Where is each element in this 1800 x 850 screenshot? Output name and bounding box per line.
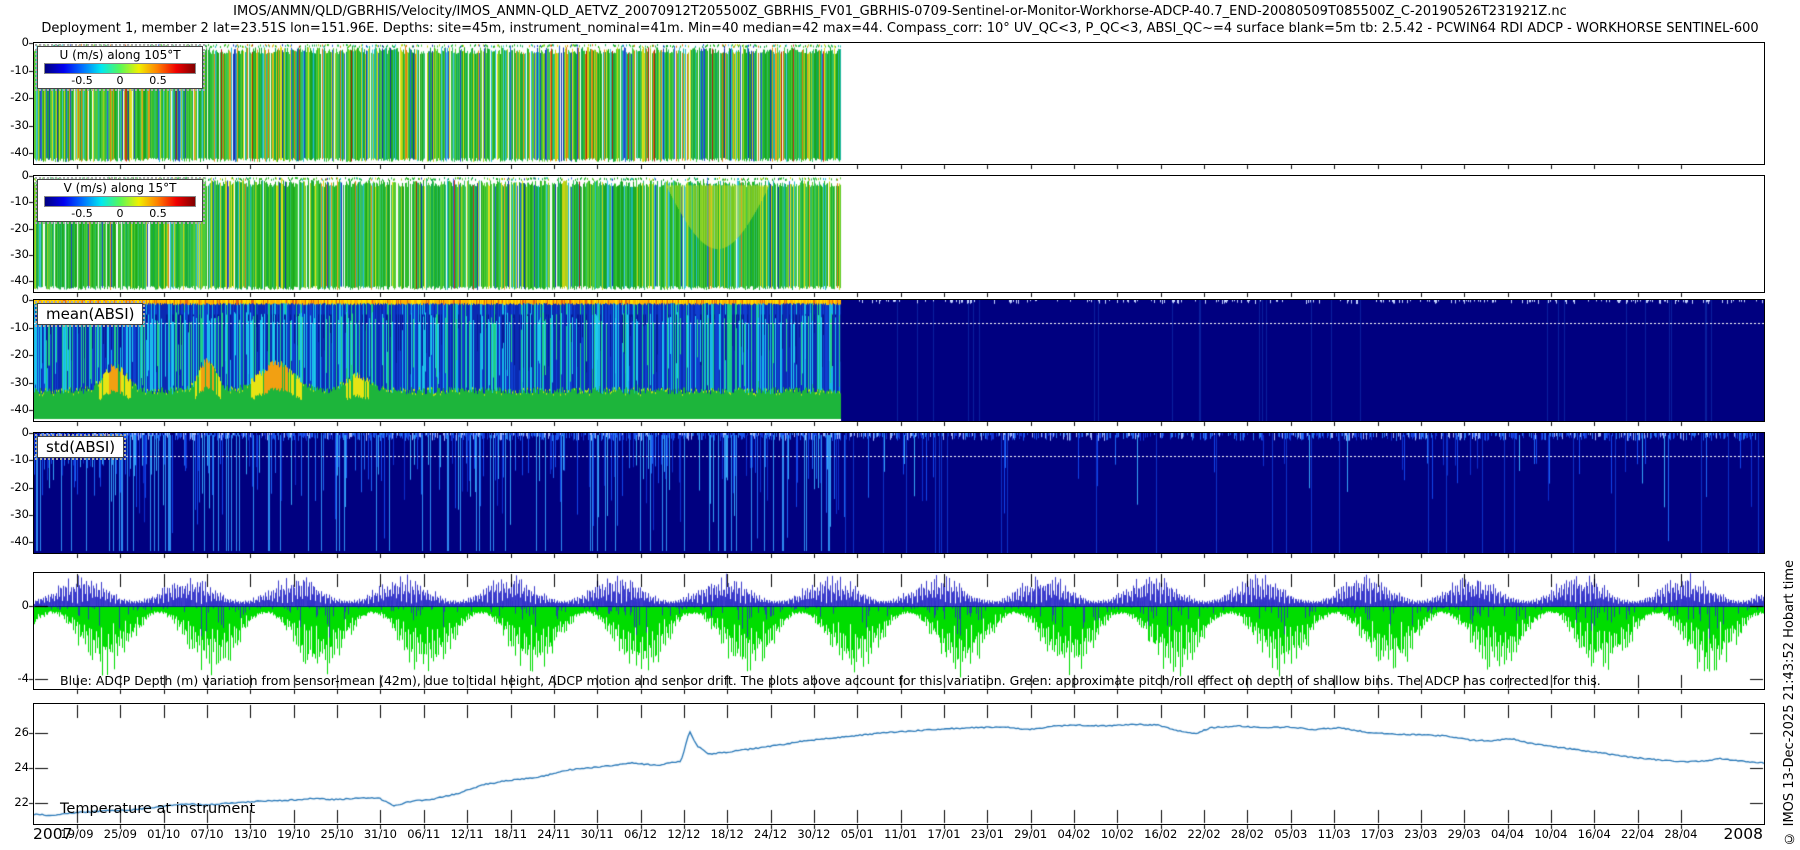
- x-tick-label: 04/04: [1484, 828, 1532, 841]
- x-tick-label: 23/01: [963, 828, 1011, 841]
- x-tick-label: 05/03: [1267, 828, 1315, 841]
- depth-variation-plot: [34, 573, 1764, 689]
- y-tick-label: -10: [0, 452, 29, 466]
- mean-absi-heatmap: [34, 300, 1764, 421]
- x-tick-label: 10/02: [1093, 828, 1141, 841]
- adcp-deployment-figure: IMOS/ANMN/QLD/GBRHIS/Velocity/IMOS_ANMN-…: [0, 0, 1800, 850]
- panel-u-velocity: U (m/s) along 105°T -0.5 0 0.5: [33, 42, 1765, 165]
- y-tick-label: -4: [0, 671, 29, 685]
- panel-depth-variation: Blue: ADCP Depth (m) variation from sens…: [33, 572, 1765, 690]
- x-tick-label: 06/11: [400, 828, 448, 841]
- u-velocity-heatmap: [34, 43, 1764, 164]
- x-tick-label: 11/03: [1310, 828, 1358, 841]
- y-tick-label: -40: [0, 145, 29, 159]
- x-tick-label: 07/10: [183, 828, 231, 841]
- v-colorbar-legend: V (m/s) along 15°T -0.5 0 0.5: [37, 179, 203, 222]
- y-tick-label: 24: [0, 760, 29, 774]
- colorbar-tick-label: 0: [117, 74, 124, 87]
- mean-absi-label: mean(ABSI): [37, 303, 143, 325]
- jet-colorbar: [44, 196, 196, 207]
- x-tick-label: 16/04: [1570, 828, 1618, 841]
- x-tick-label: 17/01: [920, 828, 968, 841]
- figure-title: IMOS/ANMN/QLD/GBRHIS/Velocity/IMOS_ANMN-…: [0, 4, 1800, 20]
- panel-std-absi: std(ABSI): [33, 432, 1765, 554]
- y-tick-label: -10: [0, 194, 29, 208]
- y-tick-label: -10: [0, 63, 29, 77]
- copyright-watermark: © IMOS 13-Dec-2025 21:43:52 Hobart time: [1782, 560, 1797, 846]
- x-tick-label: 25/09: [96, 828, 144, 841]
- colorbar-tick-label: 0.5: [149, 74, 167, 87]
- y-tick-label: 0: [0, 598, 29, 612]
- y-tick-label: -20: [0, 221, 29, 235]
- y-tick-label: -30: [0, 507, 29, 521]
- x-tick-label: 31/10: [356, 828, 404, 841]
- x-tick-label: 22/02: [1180, 828, 1228, 841]
- panel-temperature: Temperature at instrument: [33, 703, 1765, 825]
- x-tick-label: 04/02: [1050, 828, 1098, 841]
- x-tick-label: 18/11: [487, 828, 535, 841]
- x-tick-label: 11/01: [877, 828, 925, 841]
- y-tick-label: 0: [0, 35, 29, 49]
- x-tick-label: 10/04: [1527, 828, 1575, 841]
- colorbar-tick-label: -0.5: [71, 207, 92, 220]
- x-tick-label: 12/11: [443, 828, 491, 841]
- y-tick-label: -40: [0, 402, 29, 416]
- x-tick-label: 29/03: [1440, 828, 1488, 841]
- figure-subtitle: Deployment 1, member 2 lat=23.51S lon=15…: [0, 21, 1800, 37]
- colorbar-tick-labels: -0.5 0 0.5: [44, 207, 196, 220]
- year-label-start: 2007: [33, 825, 72, 843]
- x-tick-label: 01/10: [140, 828, 188, 841]
- year-label-end: 2008: [1724, 825, 1763, 843]
- std-absi-heatmap: [34, 433, 1764, 553]
- x-tick-label: 23/03: [1397, 828, 1445, 841]
- jet-colorbar: [44, 63, 196, 74]
- temperature-plot: [34, 704, 1764, 824]
- y-tick-label: -30: [0, 247, 29, 261]
- y-tick-label: 0: [0, 425, 29, 439]
- x-tick-label: 13/10: [226, 828, 274, 841]
- y-tick-label: 0: [0, 168, 29, 182]
- colorbar-tick-labels: -0.5 0 0.5: [44, 74, 196, 87]
- colorbar-tick-label: -0.5: [71, 74, 92, 87]
- x-tick-label: 18/12: [703, 828, 751, 841]
- y-tick-label: 26: [0, 725, 29, 739]
- x-tick-label: 12/12: [660, 828, 708, 841]
- v-velocity-heatmap: [34, 176, 1764, 292]
- colorbar-tick-label: 0.5: [149, 207, 167, 220]
- depth-variation-annotation: Blue: ADCP Depth (m) variation from sens…: [60, 673, 1601, 688]
- u-legend-title: U (m/s) along 105°T: [44, 48, 196, 63]
- x-tick-label: 29/01: [1007, 828, 1055, 841]
- y-tick-label: -30: [0, 375, 29, 389]
- x-tick-label: 30/12: [790, 828, 838, 841]
- colorbar-tick-label: 0: [117, 207, 124, 220]
- temperature-label: Temperature at instrument: [60, 801, 255, 817]
- x-tick-label: 17/03: [1354, 828, 1402, 841]
- x-tick-label: 24/11: [530, 828, 578, 841]
- y-tick-label: -40: [0, 534, 29, 548]
- panel-mean-absi: mean(ABSI): [33, 299, 1765, 422]
- y-tick-label: -20: [0, 347, 29, 361]
- v-legend-title: V (m/s) along 15°T: [44, 181, 196, 196]
- y-tick-label: 22: [0, 795, 29, 809]
- x-tick-label: 28/04: [1657, 828, 1705, 841]
- panel-v-velocity: V (m/s) along 15°T -0.5 0 0.5: [33, 175, 1765, 293]
- x-tick-label: 16/02: [1137, 828, 1185, 841]
- x-tick-label: 22/04: [1614, 828, 1662, 841]
- x-tick-label: 25/10: [313, 828, 361, 841]
- y-tick-label: 0: [0, 292, 29, 306]
- x-tick-label: 05/01: [833, 828, 881, 841]
- x-tick-label: 19/10: [270, 828, 318, 841]
- y-tick-label: -20: [0, 480, 29, 494]
- y-tick-label: -40: [0, 273, 29, 287]
- x-tick-label: 30/11: [573, 828, 621, 841]
- y-tick-label: -20: [0, 90, 29, 104]
- x-tick-label: 28/02: [1223, 828, 1271, 841]
- x-tick-label: 06/12: [617, 828, 665, 841]
- y-tick-label: -30: [0, 118, 29, 132]
- std-absi-label: std(ABSI): [37, 436, 124, 458]
- y-tick-label: -10: [0, 320, 29, 334]
- u-colorbar-legend: U (m/s) along 105°T -0.5 0 0.5: [37, 46, 203, 89]
- x-tick-label: 24/12: [747, 828, 795, 841]
